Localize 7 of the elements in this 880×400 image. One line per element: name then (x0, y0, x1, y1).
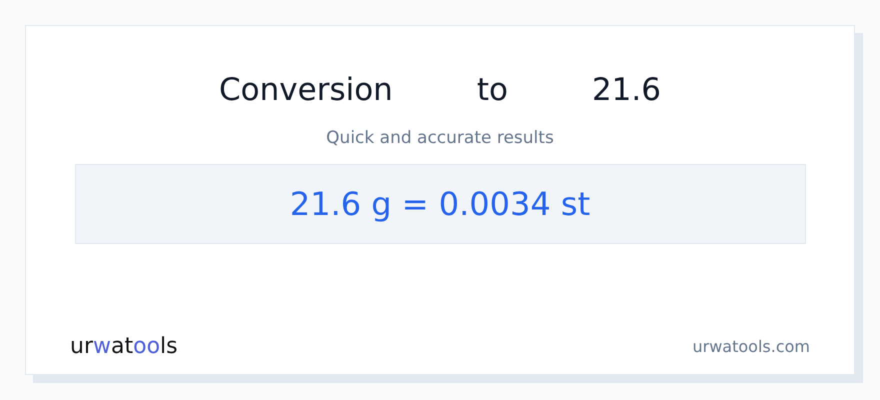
subtitle: Quick and accurate results (326, 130, 554, 147)
title-word: Conversion (219, 74, 393, 106)
site-link[interactable]: urwatools.com (692, 339, 810, 355)
title-word: 21.6 (592, 74, 661, 106)
title-word: to (476, 74, 508, 106)
result-text: 21.6 g = 0.0034 st (290, 188, 590, 220)
logo: urwatools (70, 336, 178, 358)
